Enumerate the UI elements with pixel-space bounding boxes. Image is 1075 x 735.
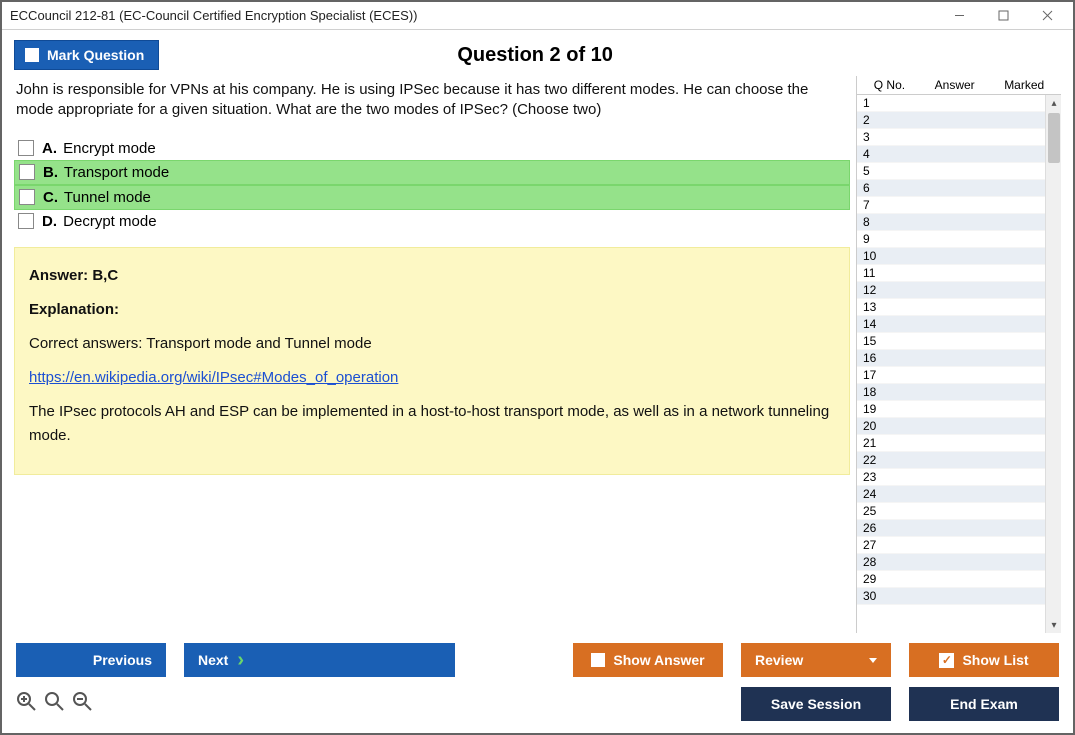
qlist-row[interactable]: 21 (857, 435, 1061, 452)
qlist-row[interactable]: 29 (857, 571, 1061, 588)
previous-button[interactable]: Previous (16, 643, 166, 677)
zoom-out-icon[interactable] (72, 691, 92, 717)
qlist-row[interactable]: 12 (857, 282, 1061, 299)
bottom-bar: Previous Next Show Answer Review ✓ Show … (2, 633, 1073, 733)
next-button[interactable]: Next (184, 643, 455, 677)
save-session-button[interactable]: Save Session (741, 687, 891, 721)
option-a[interactable]: A. Encrypt mode (14, 137, 850, 160)
show-answer-label: Show Answer (613, 652, 704, 668)
option-label: C. Tunnel mode (43, 189, 151, 206)
option-label: D. Decrypt mode (42, 213, 157, 230)
answer-line: Answer: B,C (29, 264, 835, 288)
reference-link[interactable]: https://en.wikipedia.org/wiki/IPsec#Mode… (29, 369, 398, 386)
qlist[interactable]: 1234567891011121314151617181920212223242… (857, 95, 1061, 633)
qlist-row[interactable]: 24 (857, 486, 1061, 503)
scroll-thumb[interactable] (1048, 113, 1060, 163)
top-row: Mark Question Question 2 of 10 (2, 30, 1073, 76)
show-answer-button[interactable]: Show Answer (573, 643, 723, 677)
titlebar: ECCouncil 212-81 (EC-Council Certified E… (2, 2, 1073, 30)
qlist-row[interactable]: 28 (857, 554, 1061, 571)
zoom-in-icon[interactable] (16, 691, 36, 717)
qlist-row[interactable]: 3 (857, 129, 1061, 146)
app-window: ECCouncil 212-81 (EC-Council Certified E… (0, 0, 1075, 735)
qlist-row[interactable]: 8 (857, 214, 1061, 231)
qlist-row[interactable]: 18 (857, 384, 1061, 401)
correct-answers-line: Correct answers: Transport mode and Tunn… (29, 332, 835, 356)
minimize-button[interactable] (937, 3, 981, 29)
qlist-row[interactable]: 15 (857, 333, 1061, 350)
option-label: A. Encrypt mode (42, 140, 156, 157)
dropdown-icon (869, 658, 877, 663)
previous-label: Previous (93, 652, 152, 668)
mark-question-button[interactable]: Mark Question (14, 40, 159, 70)
qlist-row[interactable]: 30 (857, 588, 1061, 605)
qlist-row[interactable]: 13 (857, 299, 1061, 316)
qlist-col-qno: Q No. (874, 78, 905, 92)
show-list-checked-icon: ✓ (939, 653, 954, 668)
save-session-label: Save Session (771, 696, 861, 712)
qlist-row[interactable]: 10 (857, 248, 1061, 265)
close-button[interactable] (1025, 3, 1069, 29)
qlist-col-answer: Answer (935, 78, 975, 92)
qlist-row[interactable]: 14 (857, 316, 1061, 333)
answer-box: Answer: B,C Explanation: Correct answers… (14, 247, 850, 475)
qlist-col-marked: Marked (1004, 78, 1044, 92)
explanation-label: Explanation: (29, 298, 835, 322)
show-list-button[interactable]: ✓ Show List (909, 643, 1059, 677)
qlist-row[interactable]: 25 (857, 503, 1061, 520)
main-split: John is responsible for VPNs at his comp… (2, 76, 1073, 633)
qlist-row[interactable]: 5 (857, 163, 1061, 180)
question-heading: Question 2 of 10 (159, 44, 911, 67)
review-label: Review (755, 652, 803, 668)
option-checkbox-icon[interactable] (19, 189, 35, 205)
qlist-row[interactable]: 23 (857, 469, 1061, 486)
button-row-1: Previous Next Show Answer Review ✓ Show … (16, 643, 1059, 677)
mark-checkbox-icon (25, 48, 39, 62)
qlist-row[interactable]: 9 (857, 231, 1061, 248)
question-pane: John is responsible for VPNs at his comp… (14, 76, 850, 633)
qlist-row[interactable]: 27 (857, 537, 1061, 554)
option-b[interactable]: B. Transport mode (14, 160, 850, 185)
option-checkbox-icon[interactable] (18, 213, 34, 229)
qlist-row[interactable]: 20 (857, 418, 1061, 435)
option-checkbox-icon[interactable] (19, 164, 35, 180)
button-row-2: Save Session End Exam (16, 687, 1059, 721)
option-d[interactable]: D. Decrypt mode (14, 210, 850, 233)
window-title: ECCouncil 212-81 (EC-Council Certified E… (10, 8, 937, 23)
scroll-down-icon[interactable]: ▾ (1046, 617, 1061, 633)
qlist-row[interactable]: 2 (857, 112, 1061, 129)
option-label: B. Transport mode (43, 164, 169, 181)
option-checkbox-icon[interactable] (18, 140, 34, 156)
question-list-pane: Q No. Answer Marked 12345678910111213141… (856, 76, 1061, 633)
scroll-up-icon[interactable]: ▴ (1046, 95, 1061, 111)
mark-label: Mark Question (47, 47, 144, 63)
option-c[interactable]: C. Tunnel mode (14, 185, 850, 210)
question-text: John is responsible for VPNs at his comp… (14, 76, 850, 131)
qlist-row[interactable]: 1 (857, 95, 1061, 112)
show-answer-checkbox-icon (591, 653, 605, 667)
review-button[interactable]: Review (741, 643, 891, 677)
next-label: Next (198, 652, 228, 668)
zoom-reset-icon[interactable] (44, 691, 64, 717)
qlist-header: Q No. Answer Marked (857, 76, 1061, 95)
zoom-controls (16, 691, 92, 717)
qlist-row[interactable]: 22 (857, 452, 1061, 469)
qlist-wrap: 1234567891011121314151617181920212223242… (857, 95, 1061, 633)
maximize-button[interactable] (981, 3, 1025, 29)
end-exam-label: End Exam (950, 696, 1018, 712)
qlist-row[interactable]: 7 (857, 197, 1061, 214)
qlist-row[interactable]: 11 (857, 265, 1061, 282)
show-list-label: Show List (962, 652, 1028, 668)
qlist-row[interactable]: 17 (857, 367, 1061, 384)
qlist-row[interactable]: 4 (857, 146, 1061, 163)
window-controls (937, 3, 1069, 29)
explanation-detail: The IPsec protocols AH and ESP can be im… (29, 400, 835, 448)
qlist-row[interactable]: 19 (857, 401, 1061, 418)
qlist-scrollbar[interactable]: ▴ ▾ (1045, 95, 1061, 633)
end-exam-button[interactable]: End Exam (909, 687, 1059, 721)
qlist-row[interactable]: 16 (857, 350, 1061, 367)
qlist-row[interactable]: 26 (857, 520, 1061, 537)
options-list: A. Encrypt mode B. Transport mode C. Tunne… (14, 137, 850, 233)
qlist-row[interactable]: 6 (857, 180, 1061, 197)
